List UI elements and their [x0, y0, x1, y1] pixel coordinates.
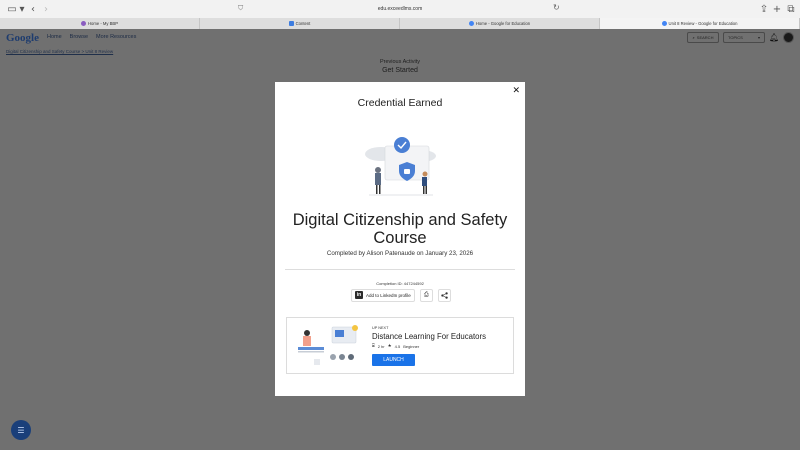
topics-dropdown[interactable]: TOPICS ▾ [723, 32, 765, 43]
tab-home-my-bbp[interactable]: Home - My BBP [0, 18, 200, 29]
reload-icon[interactable]: ↻ [553, 3, 560, 12]
tab-favicon-icon [80, 21, 86, 26]
tab-favicon-icon [288, 21, 294, 26]
completion-id: Completion ID: 447244592 [376, 281, 424, 286]
rating-text: 4.5 [394, 343, 401, 349]
search-icon: ⌕ [692, 35, 695, 40]
up-next-label: UP NEXT [372, 326, 389, 330]
tab-label: Home - My BBP [87, 21, 119, 26]
chat-icon: ☰ [17, 425, 25, 435]
print-button[interactable]: ⎙ [419, 288, 433, 302]
course-thumbnail-illustration [298, 325, 358, 365]
share-icon [441, 291, 448, 299]
credential-actions: in Add to LinkedIn profile ⎙ [351, 287, 451, 303]
address-bar[interactable]: edu.exceedlms.com [250, 3, 550, 15]
nav-more-resources[interactable]: More Resources [96, 34, 136, 40]
print-icon: ⎙ [423, 291, 429, 298]
topics-label: TOPICS [728, 35, 743, 40]
duration-text: 2 hr [377, 343, 385, 349]
star-icon: ★ [387, 343, 392, 349]
privacy-shield-icon[interactable]: ⛉ [238, 4, 246, 13]
google-logo[interactable]: Google [6, 32, 39, 44]
tab-overview-icon[interactable]: ⧉ [785, 3, 797, 15]
forward-icon[interactable]: › [40, 3, 52, 15]
search-label: SEARCH [696, 35, 714, 40]
completed-by-text: Completed by Alison Patenaude on January… [326, 250, 474, 257]
logo-text: Google [6, 32, 39, 44]
launch-button[interactable]: LAUNCH [372, 354, 415, 366]
chevron-down-icon: ▾ [757, 35, 760, 40]
linkedin-icon: in [355, 291, 363, 299]
level-text: Beginner [403, 343, 420, 349]
tab-favicon-icon [468, 21, 474, 26]
tab-bar: Home - My BBP Content Home - Google for … [0, 18, 800, 29]
browser-toolbar: ▭ ▾ ‹ › ⛉ edu.exceedlms.com ↻ ⇪ + ⧉ [0, 0, 800, 18]
tab-content[interactable]: Content [200, 18, 400, 29]
duration-icon: ⌸ [372, 344, 375, 349]
nav-browse[interactable]: Browse [70, 34, 88, 40]
next-course-title[interactable]: Distance Learning For Educators [372, 332, 486, 341]
search-button[interactable]: ⌕ SEARCH [687, 32, 719, 43]
main-nav: Home Browse More Resources [47, 34, 136, 40]
add-to-linkedin-button[interactable]: in Add to LinkedIn profile [351, 288, 415, 302]
close-icon[interactable]: ✕ [512, 86, 520, 96]
new-tab-icon[interactable]: + [771, 3, 783, 15]
share-button[interactable] [437, 288, 451, 302]
course-title: Digital Citizenship and Safety Course [292, 211, 508, 247]
tab-unit-8-review[interactable]: Unit 8 Review - Google for Education [600, 18, 800, 29]
credential-modal: ✕ Credential Earned Digital Citizenship … [275, 82, 525, 396]
back-icon[interactable]: ‹ [27, 3, 39, 15]
nav-home[interactable]: Home [47, 34, 62, 40]
tab-label: Content [295, 21, 311, 26]
tab-label: Home - Google for Education [475, 21, 531, 26]
modal-title: Credential Earned [357, 97, 443, 109]
avatar[interactable] [783, 32, 794, 43]
credential-illustration [365, 137, 436, 196]
breadcrumb[interactable]: Digital Citizenship and Safety Course > … [6, 49, 113, 54]
share-icon[interactable]: ⇪ [758, 3, 770, 15]
previous-activity-label[interactable]: Previous Activity [0, 59, 800, 65]
notification-bell-icon[interactable]: 🔔︎ [769, 33, 779, 42]
get-started-link[interactable]: Get Started [0, 67, 800, 74]
divider [285, 269, 515, 270]
up-next-card: UP NEXT Distance Learning For Educators … [286, 317, 514, 374]
linkedin-label: Add to LinkedIn profile [366, 292, 411, 298]
tab-favicon-icon [661, 21, 667, 26]
chat-fab-button[interactable]: ☰ [11, 420, 31, 440]
course-meta: ⌸ 2 hr ★ 4.5 Beginner [372, 343, 420, 350]
tab-google-for-education[interactable]: Home - Google for Education [400, 18, 600, 29]
tab-label: Unit 8 Review - Google for Education [668, 21, 738, 26]
